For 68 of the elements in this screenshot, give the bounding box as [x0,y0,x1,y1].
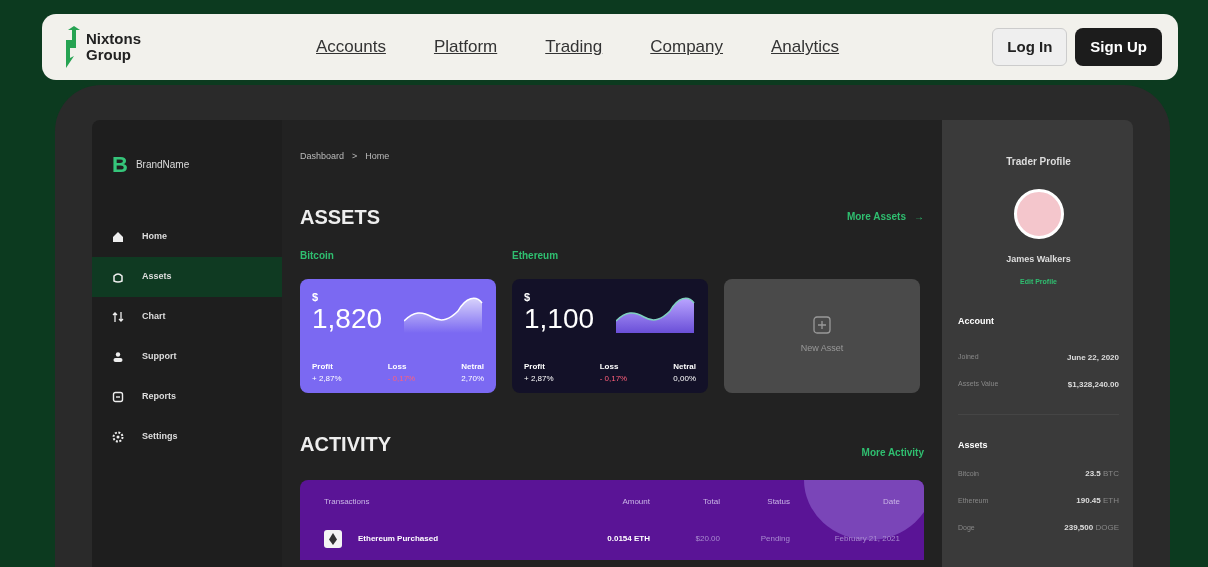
stat-label: Profit [524,360,546,373]
bag-icon [112,271,124,283]
stat-label: Loss [599,360,620,373]
section-title: ASSETS [300,204,381,230]
sidebar-item[interactable]: Assets [92,257,282,297]
asset-name: Ethereum [512,248,560,263]
signup-button[interactable]: Sign Up [1075,27,1162,67]
stat-value: - 0,17% [599,372,628,385]
sidebar-item[interactable]: Support [92,337,282,377]
home-icon [112,231,124,243]
column-header: Amount [621,495,650,508]
breadcrumb-item[interactable]: Home [365,150,390,164]
asset-amount: 239,500 DOGE [1064,522,1119,534]
stat-value: - 0,17% [387,372,416,385]
asset-name: Bitcoin [300,248,335,263]
more-assets-link[interactable]: More Assets → [846,209,924,224]
asset-value: 1,820 [312,305,383,333]
stat-value: + 2,87% [524,372,554,385]
asset-value: 1,100 [524,305,595,333]
more-activity-link[interactable]: More Activity [861,444,924,460]
brand-name: BrandName [135,158,190,172]
section-title: ACTIVITY [300,432,392,457]
people-icon [112,351,124,363]
arrows-icon [112,311,124,323]
info-value: June 22, 2020 [1066,351,1119,364]
stat-label: Netral [673,360,696,373]
breadcrumb-item[interactable]: Dashboard [300,150,345,164]
column-header: Transactions [324,495,371,508]
sidebar-item[interactable]: Home [92,217,282,257]
table-cell-text: Pending [759,532,790,545]
asset-amount: 190.45 ETH [1076,495,1119,507]
ethereum-icon [324,529,342,548]
asset-amount: 23.5 BTC [1085,468,1119,480]
avatar-icon [1013,189,1064,239]
calendar-icon [112,391,124,403]
breadcrumb-separator: > [352,150,358,163]
nav-link[interactable]: Trading [545,34,603,60]
stat-value: 2,70% [461,372,484,385]
nav-link[interactable]: Analytics [771,34,840,60]
section-heading: Assets [958,439,989,452]
stat-label: Loss [387,360,408,373]
nav-link[interactable]: Accounts [316,34,386,60]
table-cell: Ethereum Purchased [358,532,439,545]
login-button[interactable]: Log In [992,27,1068,67]
table-cell-text: $20.00 [694,532,720,545]
stat-label: Profit [312,360,334,373]
stat-value: 0,00% [673,372,696,385]
table-cell-text: 0.0154 ETH [606,532,650,545]
sidebar-item[interactable]: Reports [92,377,282,417]
currency-symbol: $ [312,289,320,305]
stat-value: + 2,87% [312,372,342,385]
brand-logo: B [112,151,128,179]
sidebar-item[interactable]: Chart [92,297,282,337]
column-header: Status [766,495,790,508]
plus-icon [813,315,831,334]
nav-link[interactable]: Platform [433,34,498,60]
sidebar-item[interactable]: Settings [92,417,282,457]
column-header: Total [702,495,720,508]
nav-link[interactable]: Company [650,34,723,60]
settings-icon [112,431,124,443]
brand-name: Nixtons Group [86,31,141,63]
info-value: $1,328,240.00 [1067,378,1119,391]
stat-label: Netral [461,360,484,373]
panel-title: Trader Profile [1005,155,1072,169]
profile-name: James Walkers [1005,253,1072,266]
currency-symbol: $ [524,289,532,305]
column-header: Date [882,495,900,508]
section-heading: Account [958,314,995,328]
